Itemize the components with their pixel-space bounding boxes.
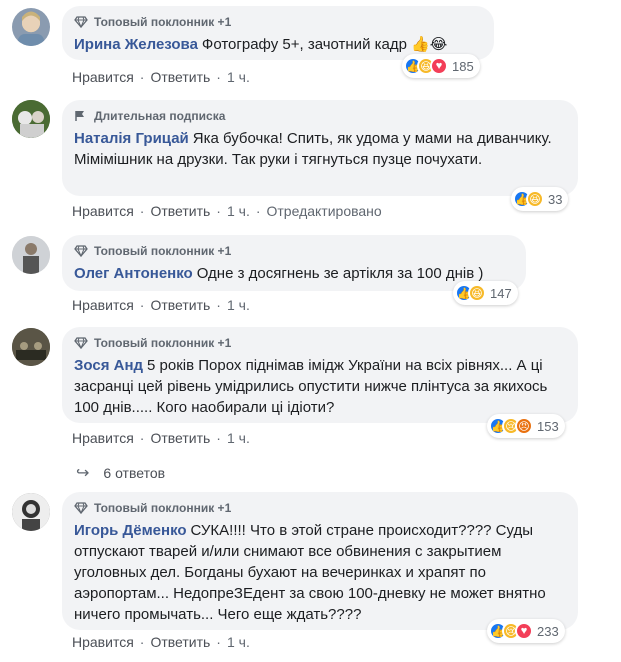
avatar[interactable] <box>12 493 50 531</box>
love-icon: ♥ <box>515 622 533 640</box>
comment-text: Ирина Железова Фотографу 5+, зачотний кад… <box>74 34 482 55</box>
edited-label[interactable]: Отредактировано <box>267 203 382 219</box>
comment-body: 5 років Порох піднімав імідж України на … <box>74 357 548 416</box>
comment-actions: Нравится · Ответить · 1 ч. <box>72 297 250 313</box>
haha-icon: 😆 <box>468 284 486 302</box>
author-name[interactable]: Ирина Железова <box>74 36 198 53</box>
like-link[interactable]: Нравится <box>72 297 134 313</box>
comment-actions: Нравится · Ответить · 1 ч. <box>72 430 250 446</box>
comment-text: Олег Антоненко Одне з досягнень зе артікл… <box>74 263 514 284</box>
comment-body: Фотографу 5+, зачотний кадр 👍😂 <box>201 36 448 53</box>
badge-label: Топовый поклонник +1 <box>94 501 232 515</box>
diamond-icon <box>74 16 88 28</box>
badge-label: Топовый поклонник +1 <box>94 244 232 258</box>
reaction-summary[interactable]: 👍 😢 😠 153 <box>487 414 565 438</box>
diamond-icon <box>74 337 88 349</box>
reply-arrow-icon: ↪ <box>76 465 90 482</box>
comment-text: Игорь Дёменко СУКА!!!! Что в этой стране … <box>74 520 566 625</box>
badge-label: Топовый поклонник +1 <box>94 15 232 29</box>
comment-text: Наталія Грицай Яка бубочка! Спить, як удо… <box>74 128 566 170</box>
view-replies-button[interactable]: ↪ 6 ответов <box>76 463 165 483</box>
timestamp[interactable]: 1 ч. <box>227 297 250 313</box>
avatar[interactable] <box>12 8 50 46</box>
timestamp[interactable]: 1 ч. <box>227 634 250 650</box>
comment-bubble: Топовый поклонник +1 Зося Анд 5 років Пор… <box>62 327 578 423</box>
reaction-summary[interactable]: 👍 😆 147 <box>453 281 518 305</box>
timestamp[interactable]: 1 ч. <box>227 430 250 446</box>
fan-badge: Топовый поклонник +1 <box>74 14 482 30</box>
comment-actions: Нравится · Ответить · 1 ч. <box>72 69 250 85</box>
comment-bubble: Топовый поклонник +1 Олег Антоненко Одне … <box>62 235 526 291</box>
diamond-icon <box>74 245 88 257</box>
reaction-count: 147 <box>490 285 512 301</box>
reaction-summary[interactable]: 👍 😆 ♥ 185 <box>402 54 480 78</box>
comment-bubble: Длительная подписка Наталія Грицай Яка бу… <box>62 100 578 196</box>
reaction-count: 185 <box>452 58 474 74</box>
angry-icon: 😠 <box>515 417 533 435</box>
comment-bubble: Топовый поклонник +1 Ирина Железова Фотог… <box>62 6 494 60</box>
reply-link[interactable]: Ответить <box>150 430 210 446</box>
fan-badge: Топовый поклонник +1 <box>74 243 514 259</box>
avatar[interactable] <box>12 236 50 274</box>
haha-icon: 😆 <box>526 190 544 208</box>
reaction-count: 233 <box>537 623 559 639</box>
fan-badge: Топовый поклонник +1 <box>74 335 566 351</box>
comment-actions: Нравится · Ответить · 1 ч. <box>72 634 250 650</box>
flag-icon <box>75 111 84 121</box>
comment-body: Одне з досягнень зе артікля за 100 днів … <box>196 265 484 282</box>
reply-link[interactable]: Ответить <box>150 634 210 650</box>
avatar[interactable] <box>12 328 50 366</box>
author-name[interactable]: Игорь Дёменко <box>74 522 187 539</box>
like-link[interactable]: Нравится <box>72 203 134 219</box>
avatar[interactable] <box>12 100 50 138</box>
reply-link[interactable]: Ответить <box>150 69 210 85</box>
reply-link[interactable]: Ответить <box>150 203 210 219</box>
reaction-count: 153 <box>537 418 559 434</box>
comment-bubble: Топовый поклонник +1 Игорь Дёменко СУКА!!… <box>62 492 578 630</box>
reaction-summary[interactable]: 👍 😆 33 <box>511 187 569 211</box>
timestamp[interactable]: 1 ч. <box>227 69 250 85</box>
author-name[interactable]: Наталія Грицай <box>74 130 189 147</box>
like-link[interactable]: Нравится <box>72 430 134 446</box>
diamond-icon <box>74 502 88 514</box>
like-link[interactable]: Нравится <box>72 69 134 85</box>
author-name[interactable]: Зося Анд <box>74 357 143 374</box>
love-icon: ♥ <box>430 57 448 75</box>
author-name[interactable]: Олег Антоненко <box>74 265 193 282</box>
replies-label: 6 ответов <box>103 465 166 481</box>
reaction-summary[interactable]: 👍 😢 ♥ 233 <box>487 619 565 643</box>
timestamp[interactable]: 1 ч. <box>227 203 250 219</box>
comment-text: Зося Анд 5 років Порох піднімав імідж Укр… <box>74 355 566 418</box>
reply-link[interactable]: Ответить <box>150 297 210 313</box>
reaction-count: 33 <box>548 191 563 207</box>
comment-actions: Нравится · Ответить · 1 ч. · Отредактирован… <box>72 203 382 219</box>
fan-badge: Топовый поклонник +1 <box>74 500 566 516</box>
like-link[interactable]: Нравится <box>72 634 134 650</box>
badge-label: Длительная подписка <box>94 109 226 123</box>
badge-label: Топовый поклонник +1 <box>94 336 232 350</box>
subscription-badge: Длительная подписка <box>74 108 566 124</box>
